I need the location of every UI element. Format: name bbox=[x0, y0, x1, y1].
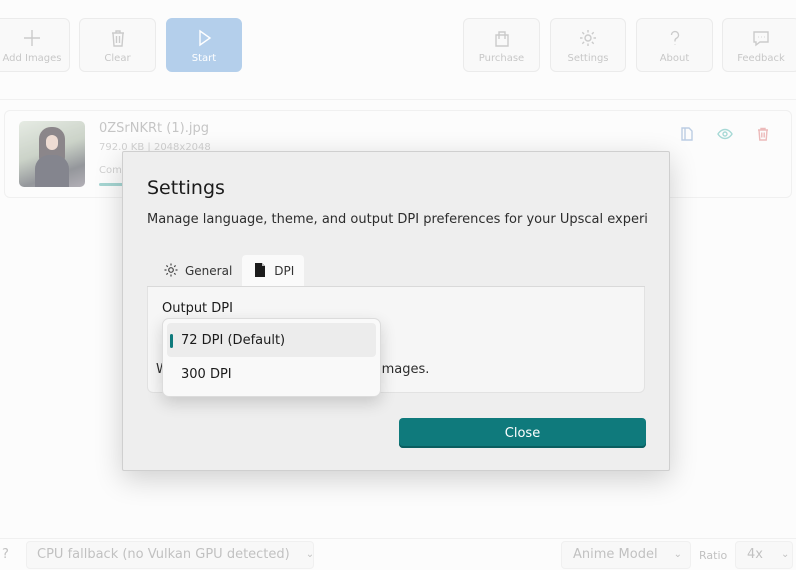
dpi-option-72[interactable]: 72 DPI (Default) bbox=[167, 323, 376, 357]
close-button[interactable]: Close bbox=[399, 418, 646, 448]
dpi-option-300[interactable]: 300 DPI bbox=[167, 357, 376, 391]
dpi-option-label: 72 DPI (Default) bbox=[181, 332, 286, 348]
document-icon bbox=[252, 262, 268, 281]
settings-dialog: Settings Manage language, theme, and out… bbox=[122, 151, 670, 471]
gear-icon bbox=[163, 262, 179, 281]
dialog-description: Manage language, theme, and output DPI p… bbox=[147, 212, 647, 227]
tab-dpi-label: DPI bbox=[274, 264, 295, 278]
output-dpi-label: Output DPI bbox=[162, 301, 233, 316]
tab-general-label: General bbox=[185, 264, 233, 278]
settings-tabs: General DPI bbox=[153, 255, 305, 287]
dpi-hint: images. bbox=[378, 362, 430, 377]
dpi-option-label: 300 DPI bbox=[181, 366, 232, 382]
dpi-dropdown[interactable]: 72 DPI (Default) 300 DPI bbox=[162, 318, 381, 397]
tab-dpi[interactable]: DPI bbox=[242, 255, 305, 287]
tab-general[interactable]: General bbox=[153, 255, 242, 287]
selection-indicator bbox=[170, 334, 173, 348]
dialog-title: Settings bbox=[147, 177, 225, 199]
